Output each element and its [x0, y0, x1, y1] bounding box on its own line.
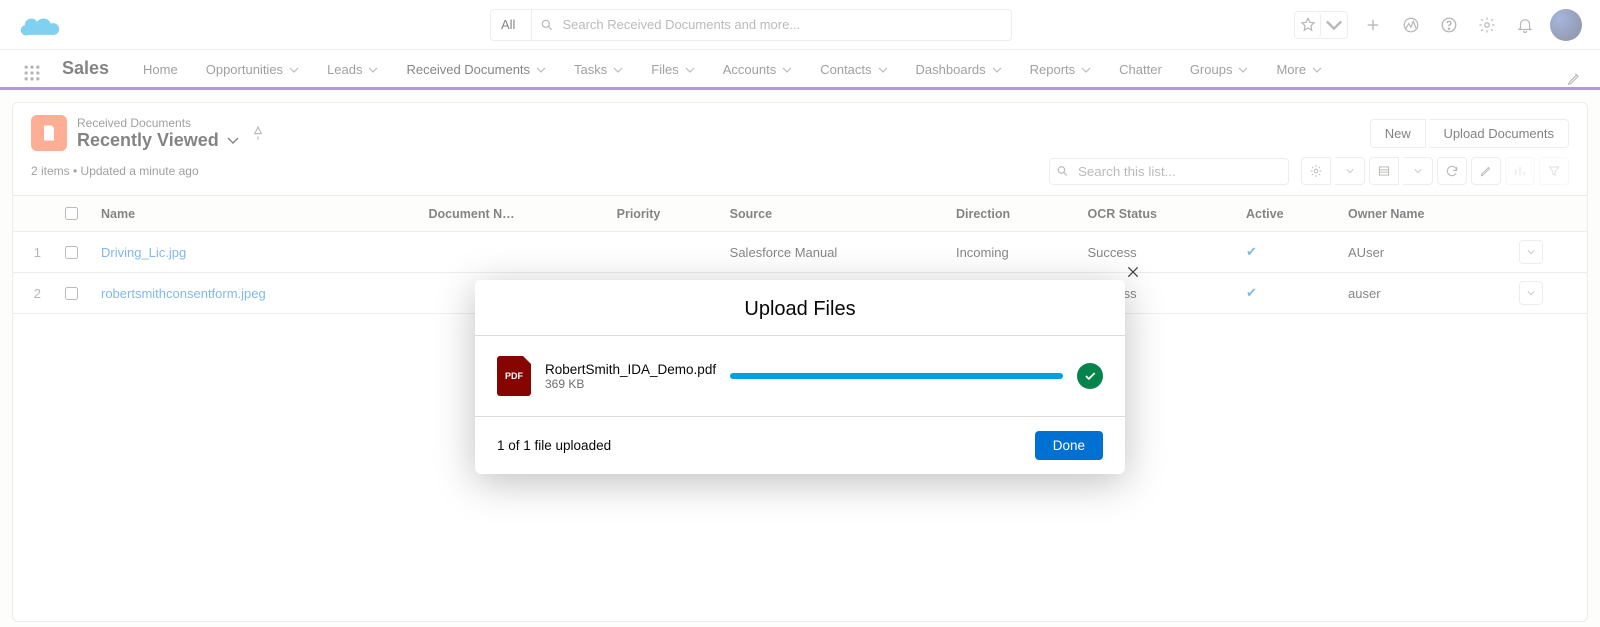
- upload-progress-bar: [730, 373, 1063, 379]
- upload-status-text: 1 of 1 file uploaded: [497, 438, 611, 453]
- done-button[interactable]: Done: [1035, 431, 1103, 460]
- upload-success-icon: [1077, 363, 1103, 389]
- pdf-file-icon: PDF: [497, 356, 531, 396]
- upload-files-modal: Upload Files PDF RobertSmith_IDA_Demo.pd…: [475, 280, 1125, 474]
- close-icon[interactable]: [1123, 262, 1143, 282]
- upload-file-name: RobertSmith_IDA_Demo.pdf: [545, 362, 716, 377]
- modal-scrim: Upload Files PDF RobertSmith_IDA_Demo.pd…: [0, 0, 1600, 627]
- modal-footer: 1 of 1 file uploaded Done: [475, 417, 1125, 474]
- upload-file-size: 369 KB: [545, 377, 716, 391]
- modal-title: Upload Files: [475, 280, 1125, 335]
- upload-file-row: PDF RobertSmith_IDA_Demo.pdf 369 KB: [475, 335, 1125, 417]
